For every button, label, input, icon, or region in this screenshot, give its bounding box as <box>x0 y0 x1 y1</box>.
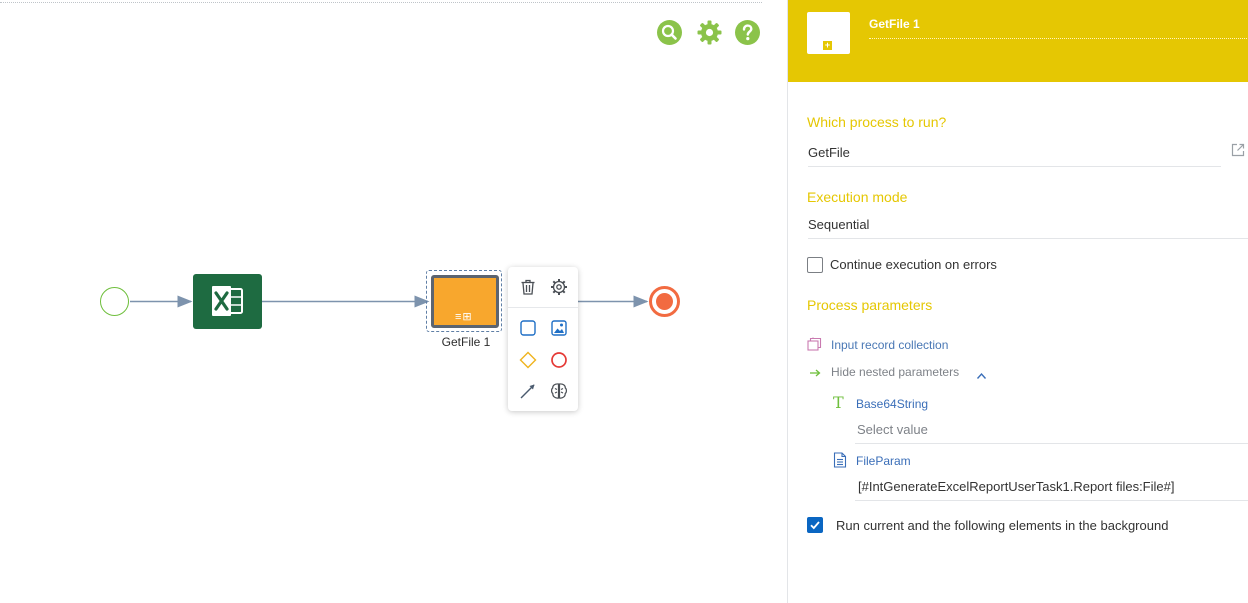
end-event-icon[interactable] <box>548 349 570 371</box>
settings-icon[interactable] <box>548 276 570 298</box>
arrow-right-icon <box>809 365 821 383</box>
image-task-icon[interactable] <box>548 317 570 339</box>
collection-icon <box>807 337 823 356</box>
background-checkbox[interactable] <box>807 517 823 533</box>
execution-mode-label: Execution mode <box>807 189 908 205</box>
checkmark-icon <box>810 521 820 530</box>
text-type-icon: T <box>833 393 844 412</box>
context-menu-separator <box>508 307 578 308</box>
properties-panel: + GetFile 1 Which process to run? GetFil… <box>787 0 1248 603</box>
input-record-collection-link[interactable]: Input record collection <box>831 338 948 352</box>
continue-on-errors-checkbox[interactable] <box>807 257 823 273</box>
user-task-icon[interactable] <box>517 317 539 339</box>
plus-icon: + <box>823 40 832 50</box>
open-external-icon[interactable] <box>1230 142 1246 158</box>
param-fileparam-name: FileParam <box>856 454 911 468</box>
subprocess-markers: ≡⊞ <box>455 311 473 323</box>
excel-icon <box>212 286 243 316</box>
end-event[interactable] <box>649 286 680 317</box>
element-title[interactable]: GetFile 1 <box>869 17 920 31</box>
file-type-icon <box>833 452 847 473</box>
subprocess-element-icon: + <box>807 12 850 54</box>
diagram-canvas[interactable]: ≡⊞ GetFile 1 <box>0 0 787 603</box>
param-fileparam-value[interactable]: [#IntGenerateExcelReportUserTask1.Report… <box>858 479 1174 494</box>
subprocess-task[interactable]: ≡⊞ <box>431 275 499 328</box>
execution-mode-line <box>808 238 1248 239</box>
process-designer: ≡⊞ GetFile 1 + GetFile 1 Which process t… <box>0 0 1248 603</box>
gateway-icon[interactable] <box>517 349 539 371</box>
hide-nested-parameters-toggle[interactable]: Hide nested parameters <box>831 365 959 379</box>
process-field[interactable]: GetFile <box>808 145 850 160</box>
process-label: Which process to run? <box>807 114 947 130</box>
param-base64string-line <box>855 443 1248 444</box>
chevron-up-icon[interactable] <box>976 367 987 385</box>
element-context-menu <box>508 267 578 411</box>
ai-brain-icon[interactable] <box>548 380 570 402</box>
title-underline <box>869 38 1248 39</box>
execution-mode-field[interactable]: Sequential <box>808 217 869 232</box>
background-label: Run current and the following elements i… <box>836 518 1169 533</box>
connector-arrow-icon[interactable] <box>517 380 539 402</box>
process-parameters-title: Process parameters <box>807 297 933 313</box>
param-base64string-value[interactable]: Select value <box>857 422 928 437</box>
param-base64string-name: Base64String <box>856 397 929 411</box>
subprocess-label: GetFile 1 <box>441 335 491 349</box>
param-fileparam-line <box>855 500 1248 501</box>
continue-on-errors-label: Continue execution on errors <box>830 257 997 272</box>
start-event[interactable] <box>100 287 129 316</box>
process-field-line <box>808 166 1221 167</box>
panel-header: + GetFile 1 <box>788 0 1248 82</box>
excel-report-task[interactable] <box>193 274 262 329</box>
delete-icon[interactable] <box>517 276 539 298</box>
